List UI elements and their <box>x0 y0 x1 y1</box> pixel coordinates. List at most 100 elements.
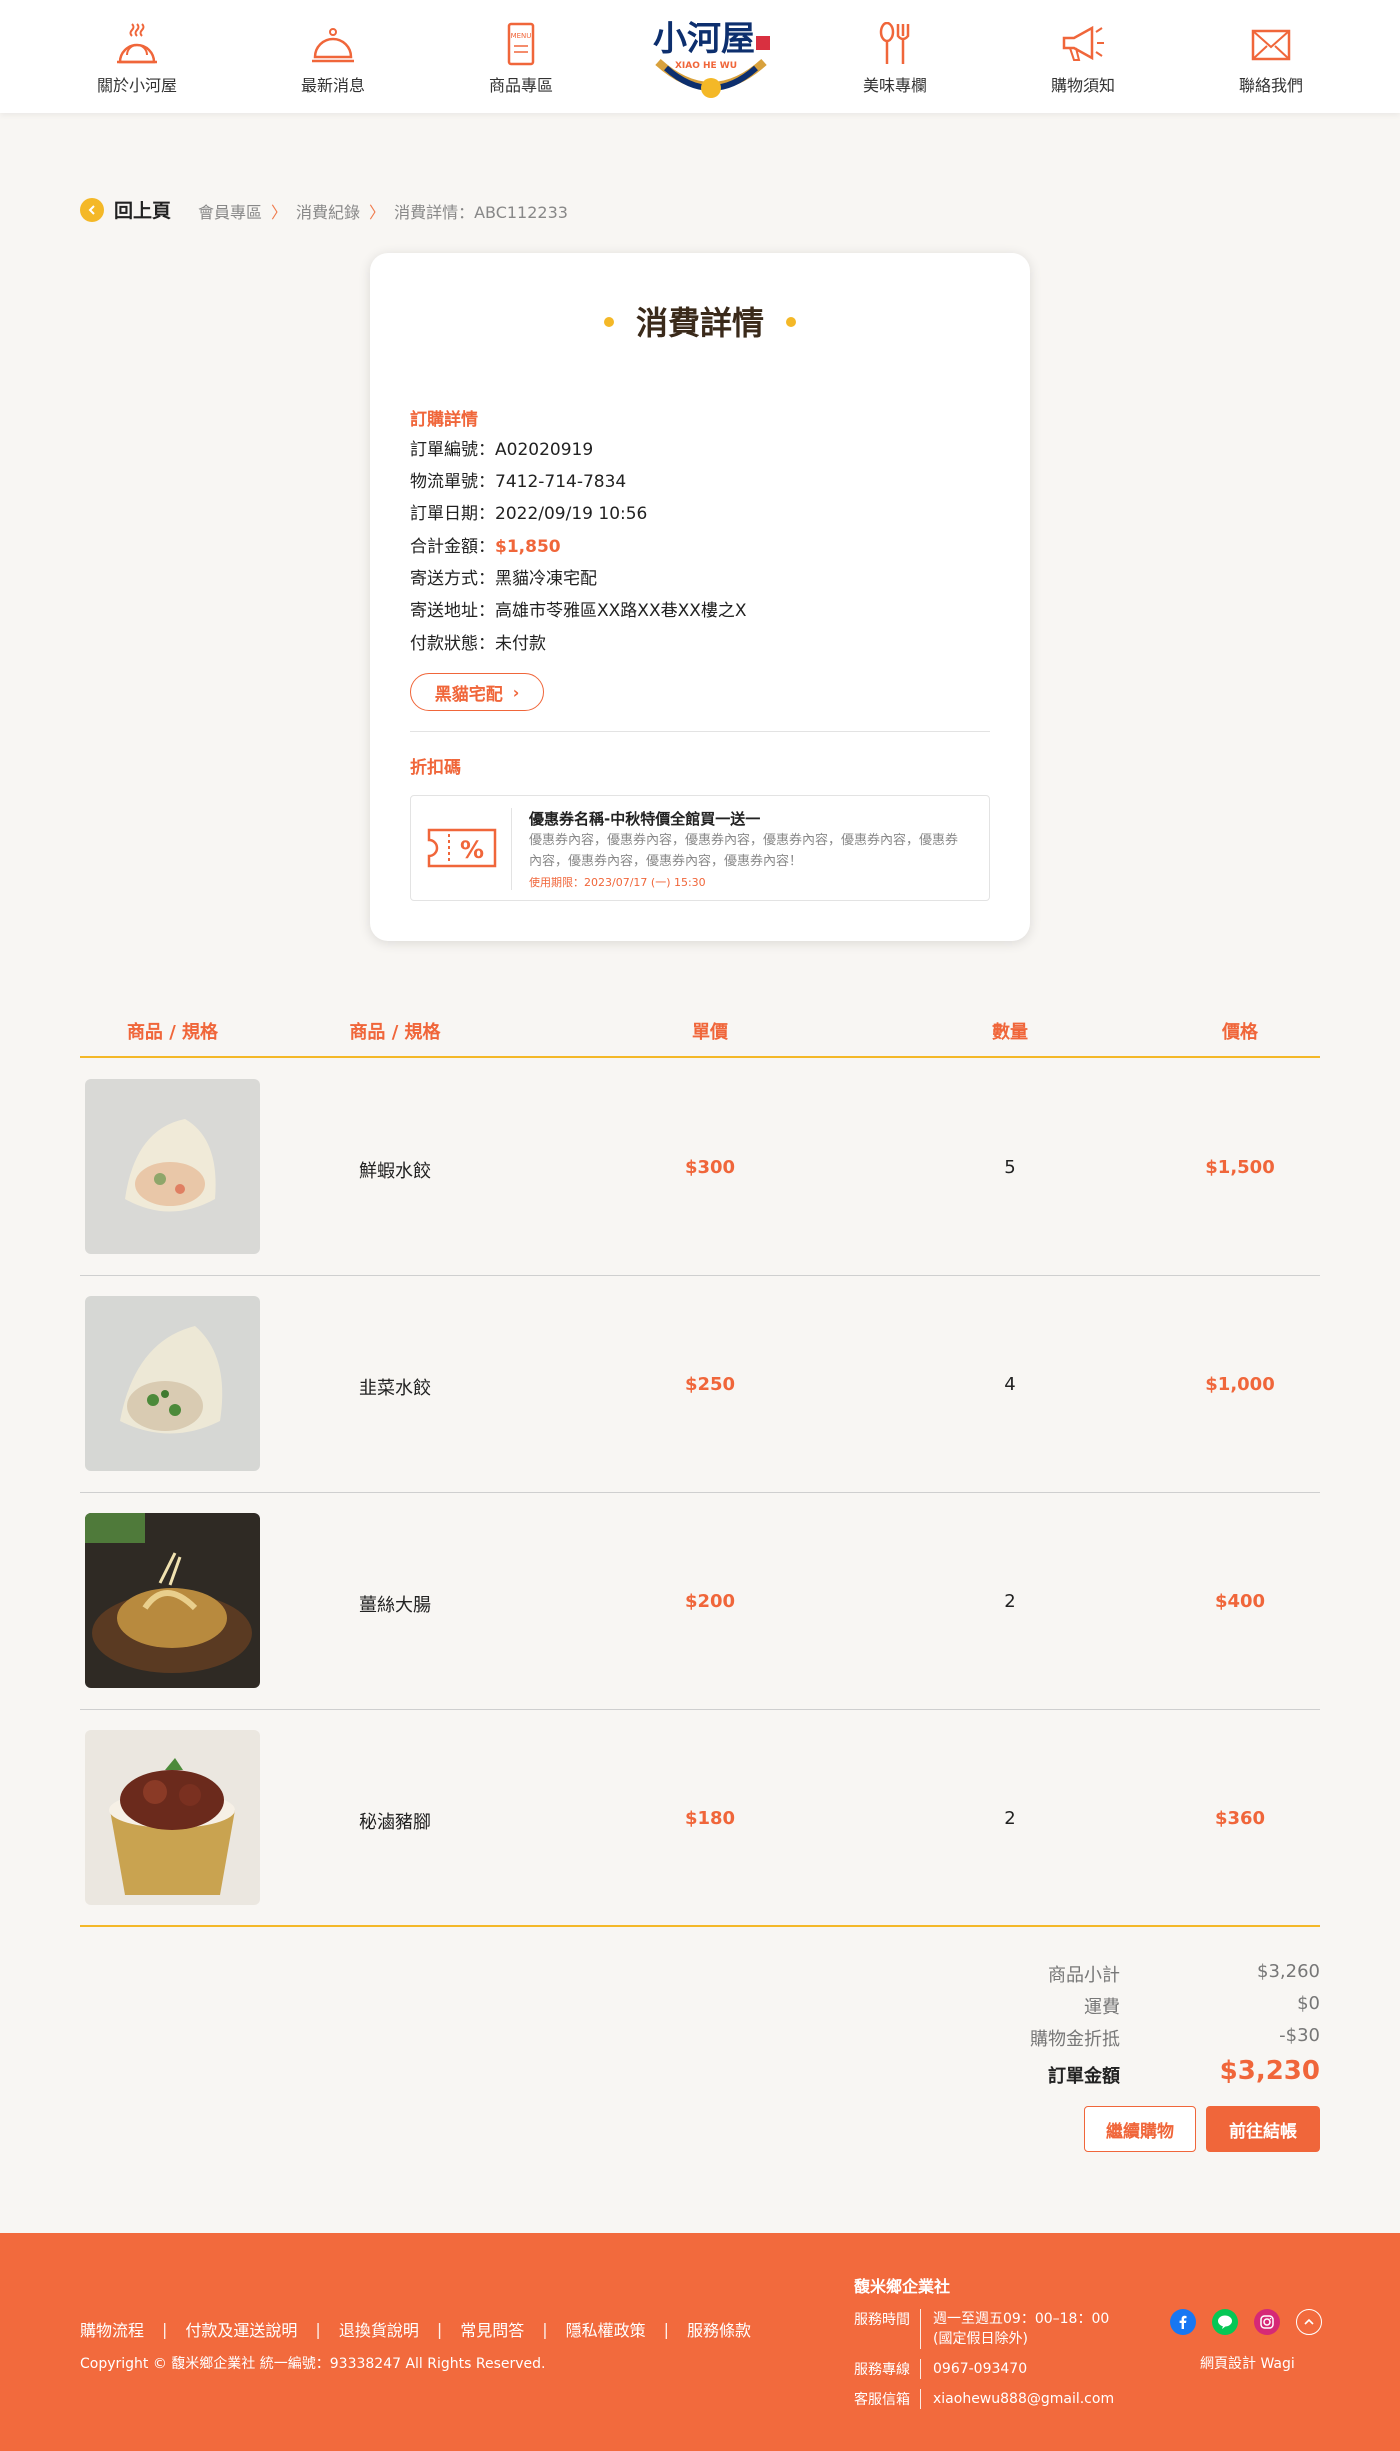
service-hours: 服務時間 週一至週五09：00–18：00 (國定假日除外) <box>854 2309 1110 2349</box>
credit-discount-label: 購物金折抵 <box>1030 2029 1120 2050</box>
footer-link[interactable]: 常見問答 <box>460 2317 524 2341</box>
product-image[interactable] <box>85 1730 260 1905</box>
shipping-value: $0 <box>1297 1993 1320 2014</box>
column-header: 價格 <box>1222 1022 1258 1043</box>
company-name: 馥米鄉企業社 <box>854 2277 951 2296</box>
subtotal-label: 商品小計 <box>1048 1965 1120 1986</box>
discount-section-heading: 折扣碼 <box>410 758 461 778</box>
info-tracking-number: 物流單號：7412-714-7834 <box>410 472 627 492</box>
footer-link[interactable]: 服務條款 <box>687 2317 751 2341</box>
footer-link[interactable]: 付款及運送說明 <box>185 2317 297 2341</box>
chevron-right-icon: 〉 <box>271 203 288 222</box>
subtotal-value: $3,260 <box>1257 1961 1320 1982</box>
nav-products[interactable]: MENU 商品專區 <box>451 22 591 96</box>
coupon-expiry: 使用期限：2023/07/17 (一) 15:30 <box>529 876 706 889</box>
nav-column[interactable]: 美味專欄 <box>825 22 965 96</box>
nav-label: 關於小河屋 <box>96 76 177 95</box>
coupon-name: 優惠券名稱-中秋特價全館買一送一 <box>529 810 761 828</box>
social-links <box>1170 2309 1338 2335</box>
footer-links: 購物流程 | 付款及運送說明 | 退換貨說明 | 常見問答 | 隱私權政策 | 服務條款 <box>80 2317 751 2341</box>
svg-text:MENU: MENU <box>511 32 532 40</box>
nav-label: 最新消息 <box>300 76 365 95</box>
line-price: $360 <box>1214 1808 1266 1829</box>
nav-shopping-guide[interactable]: 購物須知 <box>1013 22 1153 96</box>
footer-link[interactable]: 購物流程 <box>80 2317 144 2341</box>
info-order-number: 訂單編號：A02020919 <box>410 440 594 460</box>
unit-price: $180 <box>684 1808 736 1829</box>
copyright: Copyright © 馥米鄉企業社 統一編號：93338247 All Rig… <box>80 2356 546 2372</box>
nav-label: 聯絡我們 <box>1238 76 1303 95</box>
tracking-button[interactable]: 黑貓宅配 › <box>410 673 544 711</box>
footer-link[interactable]: 隱私權政策 <box>566 2317 646 2341</box>
quantity: 5 <box>1004 1157 1016 1178</box>
table-header: 商品 / 規格 商品 / 規格 單價 數量 價格 <box>80 1010 1320 1058</box>
checkout-button[interactable]: 前往結帳 <box>1206 2106 1320 2152</box>
line-icon[interactable] <box>1212 2309 1238 2335</box>
product-name: 秘滷豬腳 <box>359 1812 431 1833</box>
back-label: 回上頁 <box>114 200 172 222</box>
menu-book-icon: MENU <box>507 22 535 66</box>
footer-link[interactable]: 退換貨說明 <box>339 2317 419 2341</box>
nav-contact[interactable]: 聯絡我們 <box>1201 22 1341 96</box>
info-order-date: 訂單日期：2022/09/19 10:56 <box>410 504 648 524</box>
product-image[interactable] <box>85 1513 260 1688</box>
column-header: 商品 / 規格 <box>126 1022 219 1043</box>
chevron-right-icon: › <box>512 682 520 702</box>
chevron-right-icon: 〉 <box>369 203 386 222</box>
logo-icon: 小河屋 XIAO HE WU <box>653 19 770 98</box>
product-image[interactable] <box>85 1079 260 1254</box>
breadcrumb-item-current: 消費詳情：ABC112233 <box>394 203 568 222</box>
site-header: 關於小河屋 最新消息 MENU 商品專區 小河屋 XIAO HE WU 美味專欄… <box>0 0 1400 113</box>
table-row: 韭菜水餃 $250 4 $1,000 <box>80 1276 1320 1493</box>
nav-label: 購物須知 <box>1050 76 1115 95</box>
dot-icon <box>786 317 796 327</box>
back-button[interactable]: 回上頁 <box>80 196 171 223</box>
table-row: 秘滷豬腳 $180 2 $360 <box>80 1710 1320 1927</box>
quantity: 2 <box>1004 1591 1016 1612</box>
service-email: 客服信箱 xiaohewu888@gmail.com <box>854 2389 1115 2409</box>
divider: | <box>162 2319 168 2339</box>
continue-shopping-button[interactable]: 繼續購物 <box>1084 2106 1196 2152</box>
line-price: $1,500 <box>1205 1157 1275 1178</box>
coupon-card: % 優惠券名稱-中秋特價全館買一送一 優惠券內容，優惠券內容，優惠券內容，優惠券… <box>410 795 990 901</box>
order-detail-card: 消費詳情 訂購詳情 訂單編號：A02020919 物流單號：7412-714-7… <box>370 253 1030 941</box>
column-header: 數量 <box>992 1022 1028 1043</box>
design-credit[interactable]: 網頁設計 Wagi <box>1200 2353 1295 2373</box>
svg-text:XIAO HE WU: XIAO HE WU <box>675 61 737 71</box>
breadcrumb-item-records[interactable]: 消費紀錄 <box>296 199 360 223</box>
breadcrumb-item-member[interactable]: 會員專區 <box>198 199 262 223</box>
scroll-top-icon[interactable] <box>1296 2309 1322 2335</box>
dot-icon <box>603 317 614 327</box>
divider <box>511 808 512 890</box>
info-payment-status: 付款狀態：未付款 <box>410 634 546 654</box>
product-name: 鮮蝦水餃 <box>359 1161 431 1182</box>
unit-price: $250 <box>684 1374 736 1395</box>
breadcrumb: 會員專區 〉 消費紀錄 〉 消費詳情：ABC112233 <box>198 199 568 223</box>
site-footer: 購物流程 | 付款及運送說明 | 退換貨說明 | 常見問答 | 隱私權政策 | 服務條款 … <box>0 2233 1400 2451</box>
nav-about[interactable]: 關於小河屋 <box>67 22 207 96</box>
divider: | <box>542 2319 548 2339</box>
divider: | <box>663 2319 670 2339</box>
table-row: 薑絲大腸 $200 2 $400 <box>80 1493 1320 1710</box>
line-price: $1,000 <box>1205 1374 1275 1395</box>
info-shipping-address: 寄送地址：高雄市苓雅區XX路XX巷XX樓之X <box>410 601 747 621</box>
spoon-fork-icon <box>879 22 910 64</box>
food-cover-icon <box>117 23 157 64</box>
nav-label: 美味專欄 <box>862 76 927 95</box>
divider <box>410 731 990 732</box>
tracking-button-label: 黑貓宅配 <box>434 684 503 705</box>
order-total-label: 訂單金額 <box>1048 2066 1120 2087</box>
site-logo[interactable]: 小河屋 XIAO HE WU <box>646 8 776 104</box>
shipping-label: 運費 <box>1084 1997 1120 2018</box>
svg-text:%: % <box>460 836 484 864</box>
page-title: 消費詳情 <box>370 298 1030 344</box>
chevron-left-icon <box>80 197 104 222</box>
nav-news[interactable]: 最新消息 <box>263 22 403 96</box>
product-image[interactable] <box>85 1296 260 1471</box>
facebook-icon[interactable] <box>1170 2309 1196 2335</box>
credit-discount-value: -$30 <box>1279 2025 1320 2046</box>
instagram-icon[interactable] <box>1254 2309 1280 2335</box>
envelope-icon <box>1251 29 1291 61</box>
column-header: 單價 <box>692 1022 728 1043</box>
divider: | <box>436 2319 443 2339</box>
